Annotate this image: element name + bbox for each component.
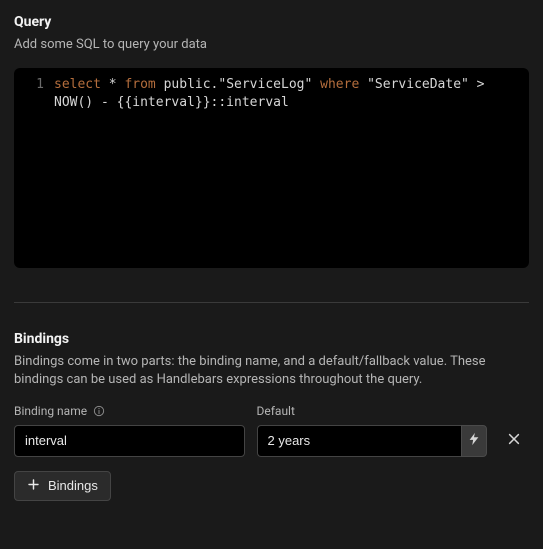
info-icon[interactable] xyxy=(93,405,105,417)
query-title: Query xyxy=(14,14,529,30)
binding-default-input[interactable] xyxy=(257,425,461,457)
binding-name-label-text: Binding name xyxy=(14,404,87,418)
binding-default-label: Default xyxy=(257,404,488,418)
binding-name-field: Binding name xyxy=(14,404,245,457)
query-description: Add some SQL to query your data xyxy=(14,36,529,54)
section-divider xyxy=(14,302,529,303)
binding-name-label: Binding name xyxy=(14,404,245,418)
remove-binding-button[interactable] xyxy=(499,425,529,457)
bindings-description: Bindings come in two parts: the binding … xyxy=(14,353,529,389)
bolt-button[interactable] xyxy=(461,425,487,457)
add-binding-button[interactable]: Bindings xyxy=(14,471,111,501)
add-binding-label: Bindings xyxy=(48,478,98,493)
bolt-icon xyxy=(467,432,481,449)
bindings-section: Bindings Bindings come in two parts: the… xyxy=(14,331,529,500)
binding-row: Binding name Default xyxy=(14,404,529,457)
line-number: 1 xyxy=(14,76,54,112)
bindings-title: Bindings xyxy=(14,331,529,347)
plus-icon xyxy=(27,478,40,494)
binding-name-input[interactable] xyxy=(14,425,245,457)
close-icon xyxy=(507,432,521,449)
query-section: Query Add some SQL to query your data 1 … xyxy=(14,14,529,268)
sql-code: select * from public."ServiceLog" where … xyxy=(54,76,529,112)
sql-editor[interactable]: 1 select * from public."ServiceLog" wher… xyxy=(14,68,529,268)
binding-default-field: Default xyxy=(257,404,488,457)
